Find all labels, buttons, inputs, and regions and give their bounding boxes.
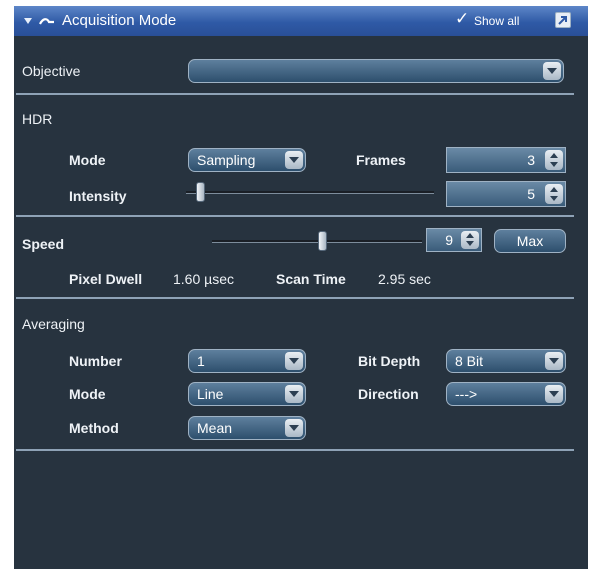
frames-value: 3 — [527, 152, 535, 168]
method-label: Method — [69, 420, 119, 436]
intensity-label: Intensity — [69, 188, 127, 204]
direction-label: Direction — [358, 386, 419, 402]
hdr-mode-select[interactable]: Sampling — [188, 148, 306, 172]
chevron-down-icon — [289, 391, 299, 397]
intensity-spinbox[interactable]: 5 — [446, 181, 566, 207]
pixel-dwell-label: Pixel Dwell — [69, 271, 143, 287]
bit-depth-label: Bit Depth — [358, 353, 421, 369]
chevron-down-icon — [547, 68, 557, 74]
averaging-mode-dropdown-button[interactable] — [285, 385, 303, 403]
number-value: 1 — [197, 353, 205, 369]
speed-label: Speed — [22, 236, 65, 252]
intensity-value: 5 — [527, 186, 535, 202]
objective-dropdown-button[interactable] — [543, 62, 561, 80]
intensity-slider-handle[interactable] — [196, 182, 205, 202]
arrow-down-icon — [550, 162, 558, 167]
undock-icon[interactable] — [555, 12, 571, 28]
acquisition-icon — [39, 18, 54, 25]
chevron-down-icon — [549, 358, 559, 364]
pixel-dwell-value: 1.60 µsec — [173, 271, 234, 287]
max-speed-button[interactable]: Max — [494, 229, 566, 253]
check-icon[interactable]: ✓ — [455, 9, 469, 29]
intensity-stepper[interactable] — [545, 184, 563, 204]
method-dropdown-button[interactable] — [285, 419, 303, 437]
number-select[interactable]: 1 — [188, 349, 306, 373]
number-dropdown-button[interactable] — [285, 352, 303, 370]
averaging-mode-label: Mode — [69, 386, 106, 402]
arrow-up-icon — [550, 153, 558, 158]
bit-depth-select[interactable]: 8 Bit — [446, 349, 566, 373]
direction-value: ---> — [455, 386, 478, 402]
averaging-mode-select[interactable]: Line — [188, 382, 306, 406]
speed-slider-handle[interactable] — [318, 231, 327, 251]
bit-depth-value: 8 Bit — [455, 353, 484, 369]
frames-stepper[interactable] — [545, 150, 563, 170]
method-value: Mean — [197, 420, 233, 436]
chevron-down-icon — [289, 425, 299, 431]
hdr-mode-label: Mode — [69, 152, 106, 168]
speed-stepper[interactable] — [461, 231, 479, 249]
averaging-section-label: Averaging — [22, 316, 85, 332]
direction-dropdown-button[interactable] — [545, 385, 563, 403]
separator — [16, 449, 574, 451]
objective-label: Objective — [22, 63, 81, 79]
hdr-mode-value: Sampling — [197, 152, 256, 168]
number-label: Number — [69, 353, 122, 369]
arrow-up-icon — [550, 187, 558, 192]
speed-slider-track[interactable] — [212, 240, 422, 243]
separator — [16, 215, 574, 217]
speed-value: 9 — [445, 232, 453, 248]
collapse-arrow-icon[interactable] — [24, 18, 32, 24]
bit-depth-dropdown-button[interactable] — [545, 352, 563, 370]
direction-select[interactable]: ---> — [446, 382, 566, 406]
separator — [16, 93, 574, 95]
frames-label: Frames — [356, 152, 406, 168]
acquisition-mode-panel: Acquisition Mode ✓ Show all Objective HD… — [14, 6, 588, 569]
chevron-down-icon — [549, 391, 559, 397]
arrow-down-icon — [466, 241, 474, 246]
chevron-down-icon — [289, 157, 299, 163]
hdr-section-label: HDR — [22, 111, 53, 127]
scan-time-label: Scan Time — [276, 271, 346, 287]
arrow-up-icon — [466, 233, 474, 238]
panel-title: Acquisition Mode — [62, 12, 177, 29]
method-select[interactable]: Mean — [188, 416, 306, 440]
frames-spinbox[interactable]: 3 — [446, 147, 566, 173]
panel-header[interactable]: Acquisition Mode ✓ Show all — [14, 6, 588, 36]
hdr-mode-dropdown-button[interactable] — [285, 151, 303, 169]
chevron-down-icon — [289, 358, 299, 364]
show-all-label[interactable]: Show all — [474, 14, 519, 28]
separator — [16, 297, 574, 299]
objective-select[interactable] — [188, 59, 564, 83]
speed-spinbox[interactable]: 9 — [426, 228, 482, 252]
averaging-mode-value: Line — [197, 386, 224, 402]
arrow-down-icon — [550, 196, 558, 201]
intensity-slider-track[interactable] — [186, 191, 434, 194]
scan-time-value: 2.95 sec — [378, 271, 431, 287]
